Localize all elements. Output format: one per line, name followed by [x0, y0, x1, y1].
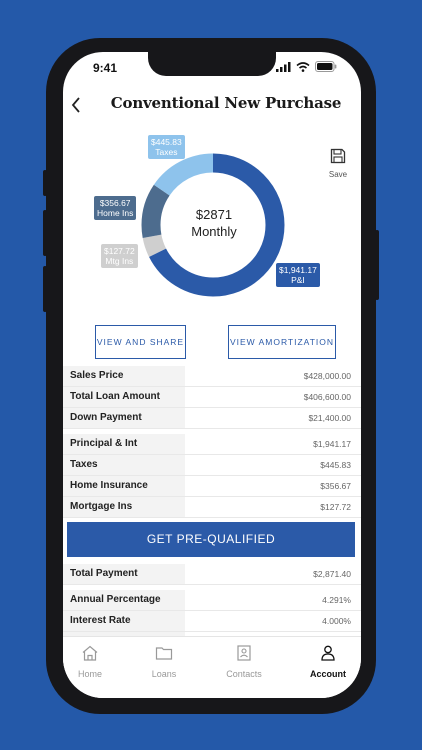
chart-label-pi: $1,941.17 P&I	[276, 263, 320, 287]
row-value: $21,400.00	[308, 413, 351, 423]
phone-side-button	[43, 170, 47, 196]
floppy-disk-icon	[330, 148, 346, 164]
tab-label: Contacts	[226, 669, 262, 679]
chart-center-label: Monthly	[191, 224, 237, 239]
row-value: $127.72	[320, 502, 351, 512]
label-name: Taxes	[155, 147, 178, 157]
phone-side-button	[43, 266, 47, 312]
wifi-icon	[296, 61, 310, 72]
row-label: Mortgage Ins	[63, 497, 185, 517]
tab-loans[interactable]: Loans	[134, 645, 194, 679]
payment-donut-chart: $2871 Monthly $445.83 Taxes $356.67 Home…	[63, 127, 361, 327]
contacts-icon	[237, 645, 251, 661]
table-row: Sales Price $428,000.00	[63, 366, 361, 387]
person-icon	[321, 645, 335, 661]
page-title: Conventional New Purchase	[110, 94, 342, 112]
table-row: Annual Percentage Rate 4.291%	[63, 590, 361, 625]
row-value: $356.67	[320, 481, 351, 491]
row-label: Home Insurance	[63, 476, 185, 496]
table-row: Total Payment $2,871.40	[63, 564, 361, 585]
folder-icon	[155, 647, 173, 660]
table-row: Principal & Int $1,941.17	[63, 434, 361, 455]
label-amount: $445.83	[151, 137, 182, 147]
row-label: Down Payment	[63, 408, 185, 428]
view-and-share-button[interactable]: VIEW AND SHARE	[95, 325, 186, 359]
row-label: Total Payment	[63, 564, 185, 584]
row-value: 4.291%	[322, 595, 351, 605]
phone-side-button	[375, 230, 379, 300]
row-value: 4.000%	[322, 616, 351, 626]
chart-label-taxes: $445.83 Taxes	[148, 135, 185, 159]
row-label: Annual Percentage Rate	[63, 590, 185, 625]
row-label: Taxes	[63, 455, 185, 475]
nav-header: Conventional New Purchase	[63, 92, 361, 118]
row-value: $2,871.40	[313, 569, 351, 579]
chart-center-amount: $2871	[195, 207, 233, 222]
row-value: $428,000.00	[303, 371, 351, 381]
status-icons	[276, 61, 337, 72]
label-name: Home Ins	[97, 208, 134, 218]
signal-icon	[276, 61, 291, 72]
label-name: P&I	[291, 275, 305, 285]
table-row: Total Loan Amount $406,600.00	[63, 387, 361, 408]
row-value: $1,941.17	[313, 439, 351, 449]
table-row: Down Payment $21,400.00	[63, 408, 361, 429]
view-amortization-button[interactable]: VIEW AMORTIZATION	[228, 325, 336, 359]
row-value: $445.83	[320, 460, 351, 470]
table-row: Mortgage Ins $127.72	[63, 497, 361, 518]
table-row: Interest Rate 4.000%	[63, 611, 361, 632]
phone-side-button	[43, 210, 47, 256]
battery-icon	[315, 61, 337, 72]
tab-account[interactable]: Account	[298, 645, 358, 679]
save-label: Save	[328, 170, 348, 179]
row-value: $406,600.00	[303, 392, 351, 402]
row-label: Sales Price	[63, 366, 185, 386]
tab-label: Home	[77, 669, 102, 679]
back-button[interactable]	[67, 92, 89, 118]
row-label: Principal & Int	[63, 434, 185, 454]
label-amount: $356.67	[99, 198, 131, 208]
row-label: Total Loan Amount	[63, 387, 185, 407]
table-row: Home Insurance $356.67	[63, 476, 361, 497]
bottom-tab-bar: Home Loans Contacts Account	[63, 636, 361, 698]
save-button[interactable]: Save	[325, 148, 351, 179]
label-amount: $127.72	[104, 246, 135, 256]
app-screen: 9:41 Conventional New Purchase $2871 Mon…	[63, 52, 361, 698]
tab-label: Account	[310, 669, 346, 679]
row-label: Interest Rate	[63, 611, 185, 631]
status-time: 9:41	[93, 61, 118, 75]
home-icon	[82, 645, 98, 661]
tab-label: Loans	[151, 669, 177, 679]
table-row: Taxes $445.83	[63, 455, 361, 476]
get-pre-qualified-button[interactable]: GET PRE-QUALIFIED	[67, 522, 355, 557]
chevron-left-icon	[71, 97, 80, 113]
chart-label-home-ins: $356.67 Home Ins	[94, 196, 137, 220]
chart-label-mtg-ins: $127.72 Mtg Ins	[101, 244, 138, 268]
tab-home[interactable]: Home	[63, 645, 120, 679]
label-name: Mtg Ins	[105, 256, 134, 266]
phone-notch	[148, 52, 276, 76]
tab-contacts[interactable]: Contacts	[214, 645, 274, 679]
label-amount: $1,941.17	[279, 265, 317, 275]
